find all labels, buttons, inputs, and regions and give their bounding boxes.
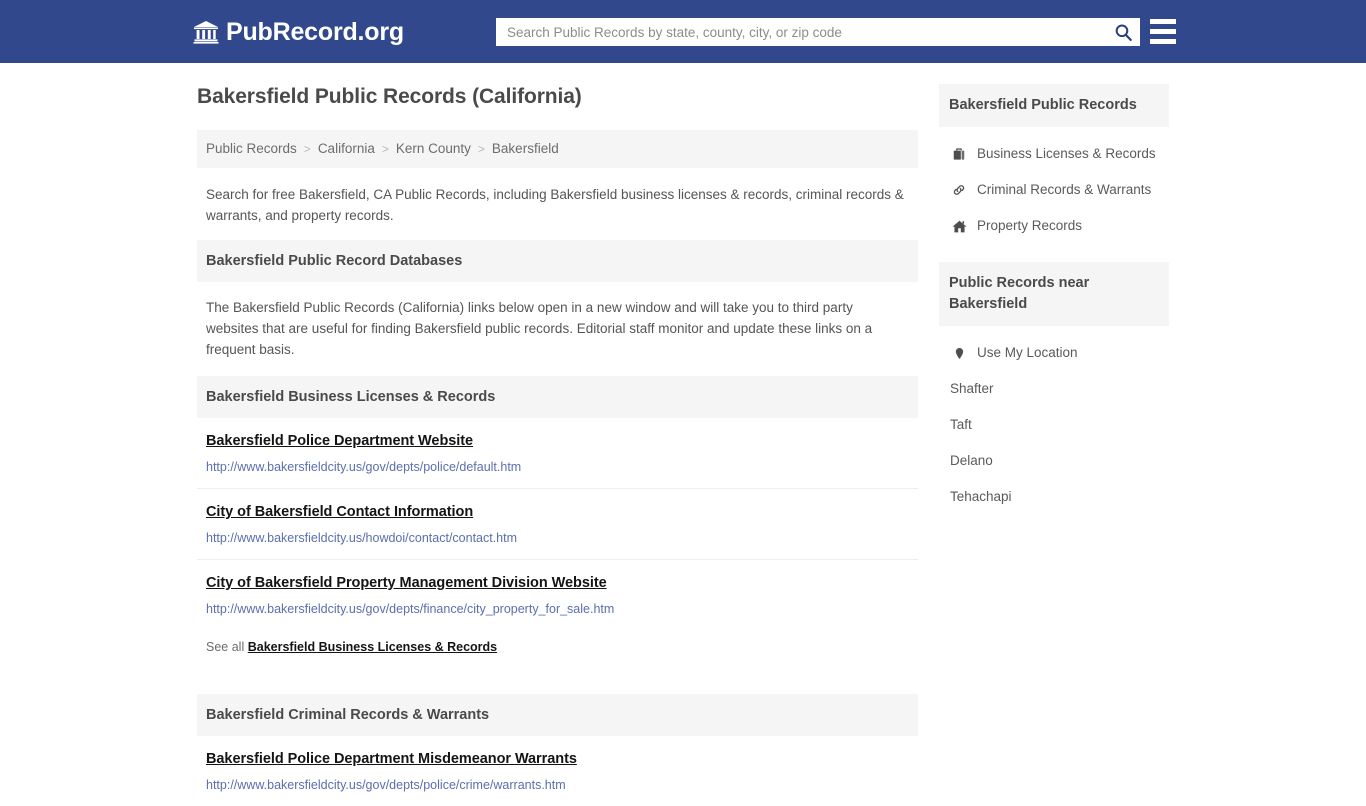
breadcrumb-separator: > (381, 142, 389, 156)
business-section-heading: Bakersfield Business Licenses & Records (197, 376, 918, 418)
record-link-title[interactable]: City of Bakersfield Property Management … (206, 574, 607, 593)
sidebar-nearby-list: Use My Location Shafter Taft Delano Teha… (939, 326, 1169, 515)
briefcase-icon (950, 147, 968, 161)
intro-paragraph: Search for free Bakersfield, CA Public R… (206, 187, 904, 223)
hamburger-menu-icon-bar-3 (1150, 39, 1176, 44)
sidebar-item-label: Property Records (977, 218, 1083, 233)
sidebar-item-use-my-location[interactable]: Use My Location (939, 335, 1169, 371)
breadcrumb-item-bakersfield: Bakersfield (491, 141, 559, 156)
sidebar-item-business-licenses[interactable]: Business Licenses & Records (939, 136, 1169, 172)
sidebar-item-label: Use My Location (977, 345, 1078, 360)
breadcrumb-item-kern-county[interactable]: Kern County (396, 141, 471, 156)
site-logo-text: PubRecord.org (226, 18, 404, 46)
site-logo[interactable]: PubRecord.org (193, 18, 404, 46)
see-all-prefix: See all (206, 640, 245, 654)
list-item: City of Bakersfield Contact Information … (197, 489, 918, 560)
search-input[interactable] (496, 19, 1106, 45)
record-link-title[interactable]: Bakersfield Police Department Website (206, 432, 473, 451)
sidebar-item-city-shafter[interactable]: Shafter (939, 371, 1169, 407)
hamburger-menu-button[interactable] (1150, 19, 1176, 44)
hamburger-menu-icon-bar-1 (1150, 19, 1176, 24)
list-item: Bakersfield Police Department Website ht… (197, 418, 918, 489)
breadcrumb-separator: > (477, 142, 485, 156)
sidebar-item-criminal-records[interactable]: Criminal Records & Warrants (939, 172, 1169, 208)
sidebar-item-city-taft[interactable]: Taft (939, 407, 1169, 443)
site-header: PubRecord.org (0, 0, 1366, 63)
sidebar-nearby-card: Public Records near Bakersfield Use My L… (939, 262, 1169, 515)
breadcrumb: Public Records > California > Kern County > Ba… (197, 130, 918, 168)
main-column: Bakersfield Public Records (California) … (188, 84, 918, 806)
criminal-section-heading: Bakersfield Criminal Records & Warrants (197, 694, 918, 736)
criminal-links-list: Bakersfield Police Department Misdemeano… (197, 736, 918, 806)
business-licenses-section: Bakersfield Business Licenses & Records … (197, 376, 918, 670)
record-link-url[interactable]: http://www.bakersfieldcity.us/howdoi/con… (206, 530, 908, 547)
sidebar-item-label: Shafter (950, 381, 994, 396)
databases-section-paragraph: The Bakersfield Public Records (Californ… (206, 300, 873, 357)
search-icon (1114, 23, 1133, 42)
see-all-row: See all Bakersfield Business Licenses & … (197, 630, 918, 670)
see-all-business-link[interactable]: Bakersfield Business Licenses & Records (248, 640, 497, 654)
page-title: Bakersfield Public Records (California) (197, 85, 582, 108)
map-pin-icon (950, 347, 968, 360)
sidebar-item-label: Taft (950, 417, 972, 432)
sidebar-nearby-heading: Public Records near Bakersfield (939, 262, 1169, 326)
content-container: Bakersfield Public Records (California) … (188, 63, 1178, 806)
sidebar-item-label: Criminal Records & Warrants (977, 182, 1152, 197)
page-body: Bakersfield Public Records (California) … (0, 63, 1366, 806)
record-link-url[interactable]: http://www.bakersfieldcity.us/gov/depts/… (206, 601, 908, 618)
link-chain-icon (950, 183, 968, 197)
sidebar-item-label: Business Licenses & Records (977, 146, 1156, 161)
sidebar-item-label: Delano (950, 453, 993, 468)
sidebar-records-heading: Bakersfield Public Records (939, 84, 1169, 127)
search-button[interactable] (1106, 18, 1140, 46)
list-item: City of Bakersfield Property Management … (197, 560, 918, 630)
home-icon (950, 219, 968, 234)
record-link-title[interactable]: City of Bakersfield Contact Information (206, 503, 473, 522)
sidebar-records-card: Bakersfield Public Records Business Lice (939, 84, 1169, 244)
databases-section-heading: Bakersfield Public Record Databases (197, 240, 918, 282)
hamburger-menu-icon-bar-2 (1150, 29, 1176, 34)
databases-section: Bakersfield Public Record Databases The … (197, 240, 918, 376)
bank-icon (193, 19, 219, 45)
search-bar (496, 18, 1140, 46)
record-link-title[interactable]: Bakersfield Police Department Misdemeano… (206, 750, 577, 769)
sidebar-item-label: Tehachapi (950, 489, 1012, 504)
breadcrumb-item-public-records[interactable]: Public Records (206, 141, 297, 156)
criminal-records-section: Bakersfield Criminal Records & Warrants … (197, 694, 918, 806)
list-item: Bakersfield Police Department Misdemeano… (197, 736, 918, 806)
record-link-url[interactable]: http://www.bakersfieldcity.us/gov/depts/… (206, 777, 908, 794)
business-links-list: Bakersfield Police Department Website ht… (197, 418, 918, 630)
record-link-url[interactable]: http://www.bakersfieldcity.us/gov/depts/… (206, 459, 908, 476)
breadcrumb-item-california[interactable]: California (318, 141, 375, 156)
sidebar-item-city-tehachapi[interactable]: Tehachapi (939, 479, 1169, 515)
sidebar: Bakersfield Public Records Business Lice (939, 84, 1169, 515)
breadcrumb-separator: > (303, 142, 311, 156)
sidebar-item-property-records[interactable]: Property Records (939, 208, 1169, 244)
sidebar-item-city-delano[interactable]: Delano (939, 443, 1169, 479)
sidebar-records-list: Business Licenses & Records Criminal Rec… (939, 127, 1169, 244)
